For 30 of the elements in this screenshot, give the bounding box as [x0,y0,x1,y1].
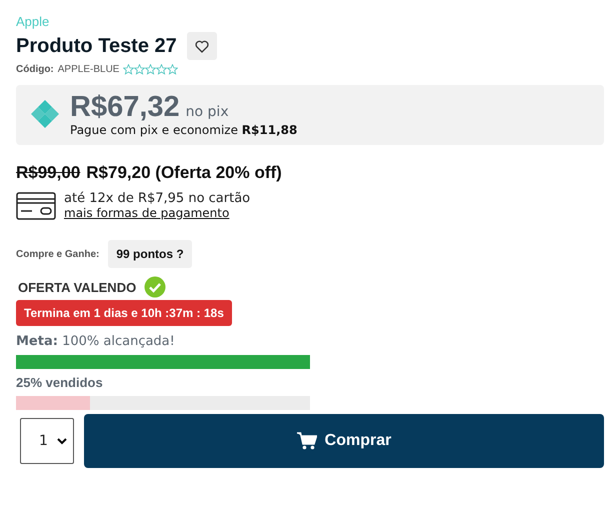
credit-card-icon [16,192,56,220]
cart-icon [296,432,317,450]
old-price: R$99,00 [16,163,80,183]
countdown-badge: Termina em 1 dias e 10h :37m : 18s [16,300,232,326]
pix-savings-text: Pague com pix e economize R$11,88 [70,123,298,137]
sale-price: R$79,20 (Oferta 20% off) [86,163,282,183]
sold-text: 25% vendidos [16,375,104,390]
installments-text: até 12x de R$7,95 no cartão [64,191,250,206]
buy-button[interactable]: Comprar [84,414,604,468]
points-label: Compre e Ganhe: [16,248,100,260]
favorite-button[interactable] [186,32,217,60]
star-icon [123,64,134,75]
quantity-select[interactable]: 1 [20,418,74,464]
star-icon [156,64,168,75]
product-title: Produto Teste 27 [16,34,177,58]
star-icon [134,64,146,75]
goal-text: Meta: 100% alcançada! [16,334,176,349]
code-label: Código: [16,64,54,75]
heart-icon [194,40,209,52]
product-code: APPLE-BLUE [58,64,120,75]
pix-icon [30,99,60,129]
chevron-icon [57,438,67,444]
payment-options-link[interactable]: mais formas de pagamento [64,206,230,220]
star-icon [145,64,156,75]
offer-title: OFERTA VALENDO [18,280,136,294]
points-badge[interactable]: 99 pontos ? [108,240,192,268]
star-rating[interactable] [123,64,178,75]
pix-price: R$67,32 [70,91,180,123]
star-icon [167,64,178,75]
pix-label: no pix [186,104,229,120]
